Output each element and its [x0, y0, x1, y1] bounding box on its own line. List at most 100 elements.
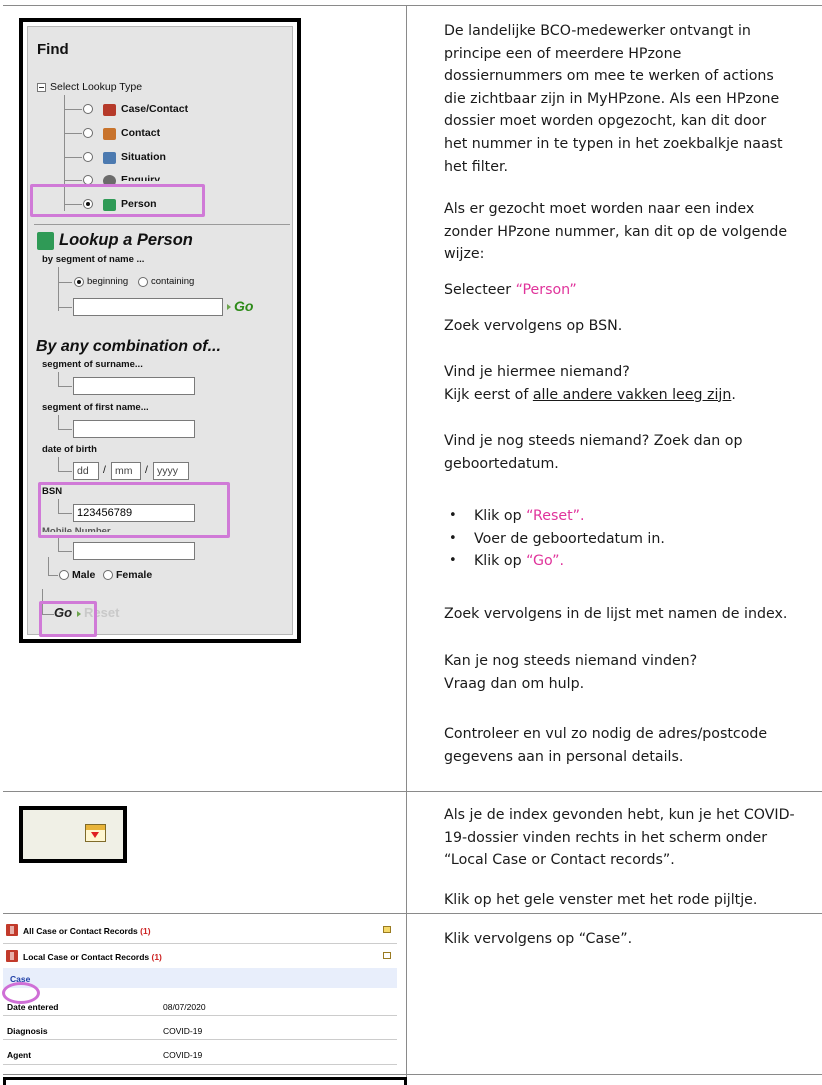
click-case-line: Klik vervolgens op “Case”.	[444, 931, 633, 947]
steps-list: Klik op “Reset”. Voer de geboortedatum i…	[444, 505, 822, 573]
index-line: Als er gezocht moet worden naar een inde…	[444, 201, 755, 217]
situation-icon	[103, 152, 116, 164]
intro-line: het filter.	[444, 158, 509, 175]
table-border-top	[3, 5, 822, 6]
collapse-icon[interactable]	[37, 83, 46, 92]
lookup-person-heading: Lookup a Person	[59, 231, 193, 249]
click-yellow-line: Klik op het gele venster met het rode pi…	[444, 892, 758, 908]
control-line: Controleer en vul zo nodig de adres/post…	[444, 726, 768, 742]
dob-paragraph: Vind je nog steeds niemand? Zoek dan op …	[444, 430, 822, 475]
lookup-type-enquiry[interactable]: Enquiry	[121, 174, 160, 181]
list-item: Voer de geboortedatum in.	[444, 528, 822, 551]
search-bsn-line: Zoek vervolgens op BSN.	[444, 318, 623, 334]
dob-year-input[interactable]: yyyy	[153, 462, 189, 480]
combination-heading: By any combination of...	[36, 338, 221, 355]
find-title: Find	[37, 41, 69, 58]
list-item: Klik op “Go”.	[444, 550, 822, 573]
expand-window-icon[interactable]	[383, 926, 391, 933]
dob-line: geboortedatum.	[444, 455, 559, 472]
search-list-line: Zoek vervolgens in de lijst met namen de…	[444, 606, 788, 622]
case-highlight-circle	[2, 982, 40, 1004]
intro-line: principe een of meerdere HPzone	[444, 45, 682, 62]
case-contact-icon	[103, 104, 116, 116]
yellow-window-screenshot	[19, 806, 127, 863]
intro-paragraph: De landelijke BCO-medewerker ontvangt in…	[444, 20, 822, 178]
records-icon	[6, 924, 18, 936]
intro-line: die zichtbaar zijn in MyHPzone. Als een …	[444, 90, 780, 107]
select-lookup-type-label: Select Lookup Type	[50, 81, 143, 93]
found-paragraph: Als je de index gevonden hebt, kun je he…	[444, 804, 822, 872]
all-records-label[interactable]: All Case or Contact Records (1)	[23, 926, 417, 936]
lookup-type-contact[interactable]: Contact	[121, 127, 160, 139]
found-line: “Local Case or Contact records”.	[444, 852, 675, 869]
go-highlight	[39, 601, 97, 637]
person-highlight	[30, 184, 205, 217]
table-row-divider	[3, 791, 822, 792]
records-icon	[6, 950, 18, 962]
help-answer: Vraag dan om hulp.	[444, 675, 585, 692]
radio-beginning[interactable]	[74, 277, 84, 287]
radio-case-contact[interactable]	[83, 104, 93, 114]
case-records-screenshot: All Case or Contact Records (1) Local Ca…	[3, 918, 403, 1073]
nobody-paragraph: Vind je hiermee niemand? Kijk eerst of a…	[444, 361, 822, 406]
dob-day-input[interactable]: dd	[73, 462, 99, 480]
dob-label: date of birth	[42, 444, 97, 455]
help-question: Kan je nog steeds niemand vinden?	[444, 653, 698, 669]
dob-line: Vind je nog steeds niemand? Zoek dan op	[444, 433, 743, 449]
other-fields-empty: alle andere vakken leeg zijn	[532, 386, 732, 403]
bsn-highlight	[38, 482, 230, 538]
nobody-question: Vind je hiermee niemand?	[444, 364, 630, 380]
table-column-divider	[406, 5, 407, 1085]
go-button-top[interactable]: Go	[234, 298, 253, 314]
collapse-window-icon[interactable]	[383, 952, 391, 959]
lookup-type-case-contact[interactable]: Case/Contact	[121, 103, 188, 115]
find-panel: Find Select Lookup Type Case/Contact Con…	[27, 26, 293, 635]
radio-female[interactable]	[103, 570, 113, 580]
control-paragraph: Controleer en vul zo nodig de adres/post…	[444, 723, 822, 768]
help-paragraph: Kan je nog steeds niemand vinden? Vraag …	[444, 650, 822, 695]
intro-line: het nummer in te typen in het zoekbalkje…	[444, 135, 783, 152]
index-paragraph: Als er gezocht moet worden naar een inde…	[444, 198, 822, 266]
mobile-input[interactable]	[73, 542, 195, 560]
female-label: Female	[116, 569, 153, 581]
surname-input[interactable]	[73, 377, 195, 395]
select-person-line: Selecteer “Person”	[444, 279, 822, 302]
reset-reference: “Reset”.	[526, 508, 585, 524]
local-records-label[interactable]: Local Case or Contact Records (1)	[23, 952, 417, 962]
control-line: gegevens aan in personal details.	[444, 748, 684, 765]
dob-month-input[interactable]: mm	[111, 462, 141, 480]
containing-label: containing	[151, 276, 195, 287]
select-person-value: “Person”	[515, 282, 577, 298]
name-segment-input[interactable]	[73, 298, 223, 316]
date-entered-value: 08/07/2020	[163, 1002, 206, 1012]
next-screenshot-frame	[3, 1077, 407, 1085]
radio-containing[interactable]	[138, 277, 148, 287]
intro-line: dossiernummers om mee te werken of actio…	[444, 68, 774, 85]
found-line: Als je de index gevonden hebt, kun je he…	[444, 807, 795, 823]
index-line: zonder HPzone nummer, kan dit op de volg…	[444, 223, 788, 240]
found-line: 19-dossier vinden rechts in het scherm o…	[444, 829, 768, 846]
index-line: wijze:	[444, 246, 485, 263]
radio-contact[interactable]	[83, 128, 93, 138]
intro-line: dossier moet worden opgezocht, kan dit d…	[444, 113, 767, 130]
list-item: Klik op “Reset”.	[444, 505, 822, 528]
diagnosis-label: Diagnosis	[7, 1026, 48, 1036]
first-name-input[interactable]	[73, 420, 195, 438]
table-row-divider	[3, 1074, 822, 1075]
person-large-icon	[37, 232, 54, 250]
find-panel-screenshot: Find Select Lookup Type Case/Contact Con…	[19, 18, 301, 643]
select-prefix: Selecteer	[444, 282, 516, 298]
male-label: Male	[72, 569, 96, 581]
radio-male[interactable]	[59, 570, 69, 580]
beginning-label: beginning	[87, 276, 129, 287]
agent-label: Agent	[7, 1050, 32, 1060]
contact-icon	[103, 128, 116, 140]
check-fields-line: Kijk eerst of alle andere vakken leeg zi…	[444, 386, 736, 403]
yellow-window-red-arrow-icon[interactable]	[85, 824, 106, 842]
lookup-type-situation[interactable]: Situation	[121, 151, 166, 163]
table-row-divider	[3, 913, 822, 914]
diagnosis-value: COVID-19	[163, 1026, 203, 1036]
go-reference: “Go”.	[526, 553, 564, 570]
radio-situation[interactable]	[83, 152, 93, 162]
agent-value: COVID-19	[163, 1050, 203, 1060]
